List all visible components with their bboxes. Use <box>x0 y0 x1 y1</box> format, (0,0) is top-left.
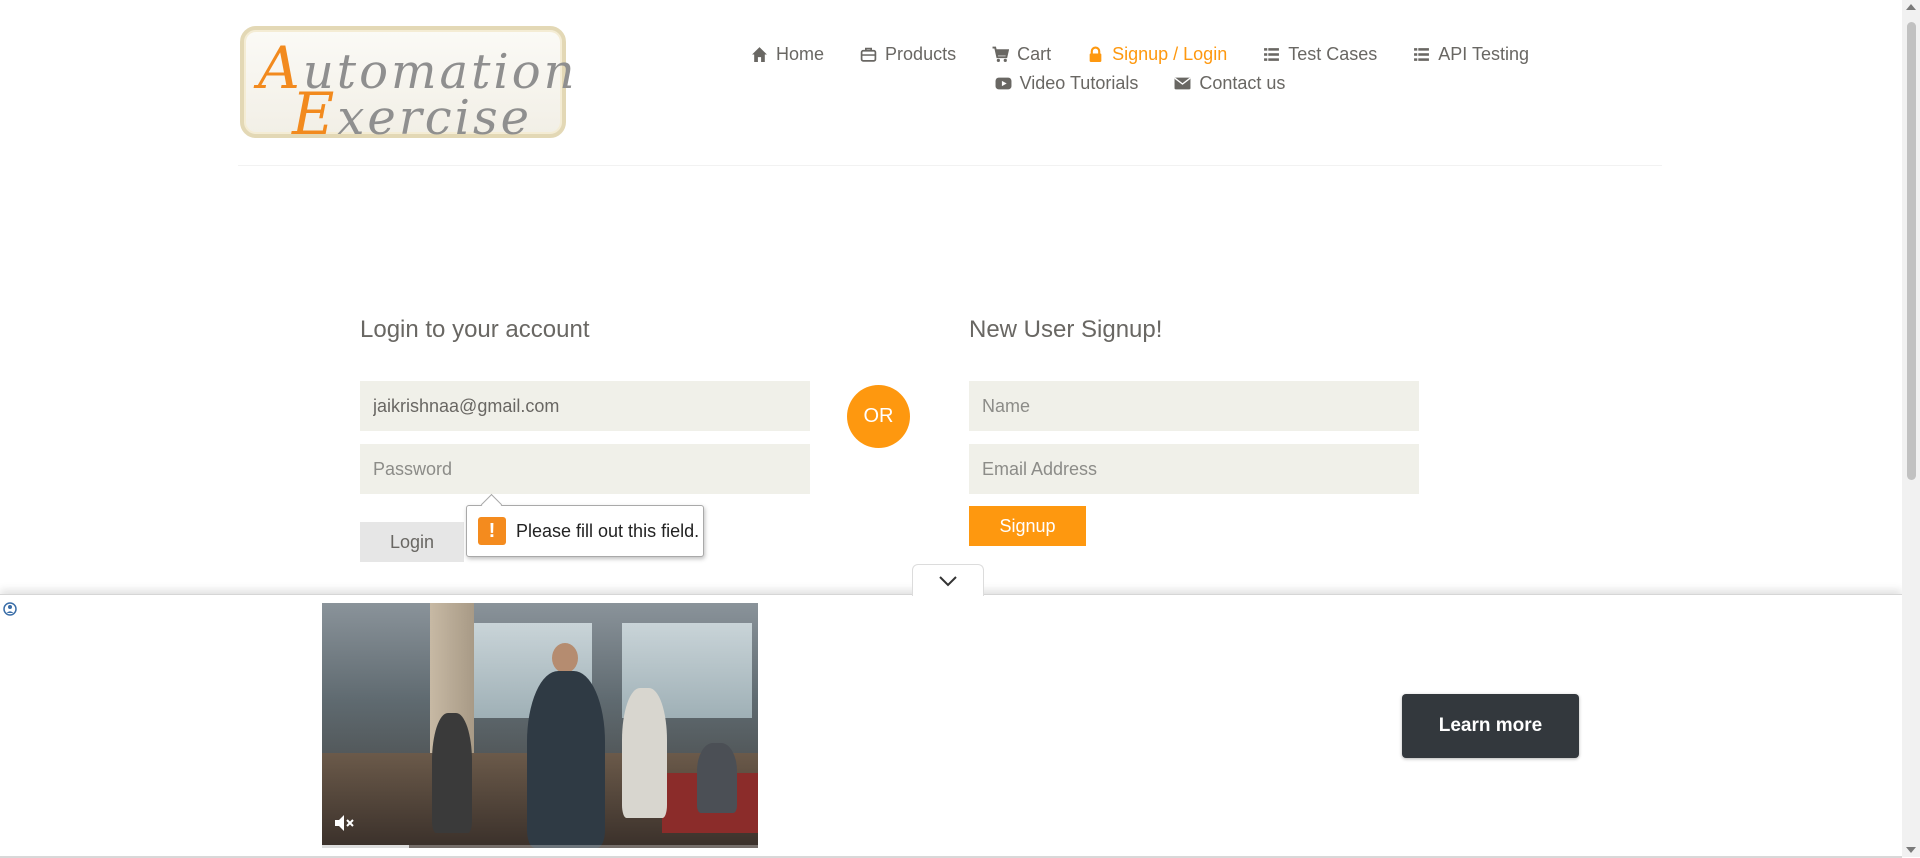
login-title: Login to your account <box>360 316 590 343</box>
ad-banner: Learn more <box>0 594 1902 858</box>
ad-info-icon[interactable] <box>3 602 17 616</box>
nav-signup-login[interactable]: Signup / Login <box>1069 36 1245 73</box>
briefcase-icon <box>860 47 877 62</box>
lock-icon <box>1089 46 1102 62</box>
site-logo[interactable]: Automation Exercise <box>240 26 575 148</box>
learn-more-button[interactable]: Learn more <box>1402 694 1579 758</box>
nav-contact-us[interactable]: Contact us <box>1156 73 1303 94</box>
signup-title: New User Signup! <box>969 316 1163 343</box>
page-scrollbar[interactable] <box>1902 0 1920 857</box>
nav-test-cases-label: Test Cases <box>1288 44 1378 64</box>
nav-video-tutorials-label: Video Tutorials <box>1019 73 1139 93</box>
home-icon <box>752 47 767 62</box>
youtube-icon <box>995 77 1012 90</box>
validation-message: Please fill out this field. <box>516 520 700 541</box>
or-divider: OR <box>847 385 910 448</box>
logo-text-line2: xercise <box>337 90 533 146</box>
video-progress-bar[interactable] <box>322 845 758 848</box>
login-button[interactable]: Login <box>360 522 464 562</box>
nav-home-label: Home <box>776 44 825 64</box>
header-divider <box>238 165 1662 166</box>
nav-contact-us-label: Contact us <box>1199 73 1286 93</box>
validation-tooltip: ! Please fill out this field. <box>466 505 704 557</box>
cart-icon <box>992 46 1010 62</box>
list-icon <box>1414 48 1430 61</box>
ad-video[interactable] <box>322 603 758 848</box>
scroll-thumb[interactable] <box>1907 22 1916 480</box>
nav-products[interactable]: Products <box>842 36 974 73</box>
warning-icon: ! <box>478 517 506 545</box>
list-icon <box>1264 48 1280 61</box>
login-password-input[interactable] <box>360 444 810 494</box>
nav-api-testing[interactable]: API Testing <box>1395 36 1547 73</box>
nav-test-cases[interactable]: Test Cases <box>1245 36 1395 73</box>
scroll-down-arrow-icon[interactable] <box>1906 847 1916 853</box>
nav-video-tutorials[interactable]: Video Tutorials <box>977 73 1157 94</box>
mute-icon[interactable] <box>332 811 356 835</box>
nav-products-label: Products <box>885 44 957 64</box>
nav-home[interactable]: Home <box>733 36 842 73</box>
envelope-icon <box>1174 77 1191 90</box>
logo-cap-e: E <box>292 80 338 148</box>
nav-signup-login-label: Signup / Login <box>1112 44 1228 64</box>
signup-email-input[interactable] <box>969 444 1419 494</box>
main-nav: Home Products Cart Signup / Login Test C… <box>740 36 1540 94</box>
login-email-input[interactable] <box>360 381 810 431</box>
nav-api-testing-label: API Testing <box>1438 44 1529 64</box>
signup-button[interactable]: Signup <box>969 506 1086 546</box>
signup-name-input[interactable] <box>969 381 1419 431</box>
scroll-up-arrow-icon[interactable] <box>1906 4 1916 10</box>
nav-cart[interactable]: Cart <box>974 36 1069 73</box>
nav-cart-label: Cart <box>1017 44 1052 64</box>
chevron-down-icon <box>939 575 957 586</box>
ad-collapse-button[interactable] <box>912 564 984 596</box>
